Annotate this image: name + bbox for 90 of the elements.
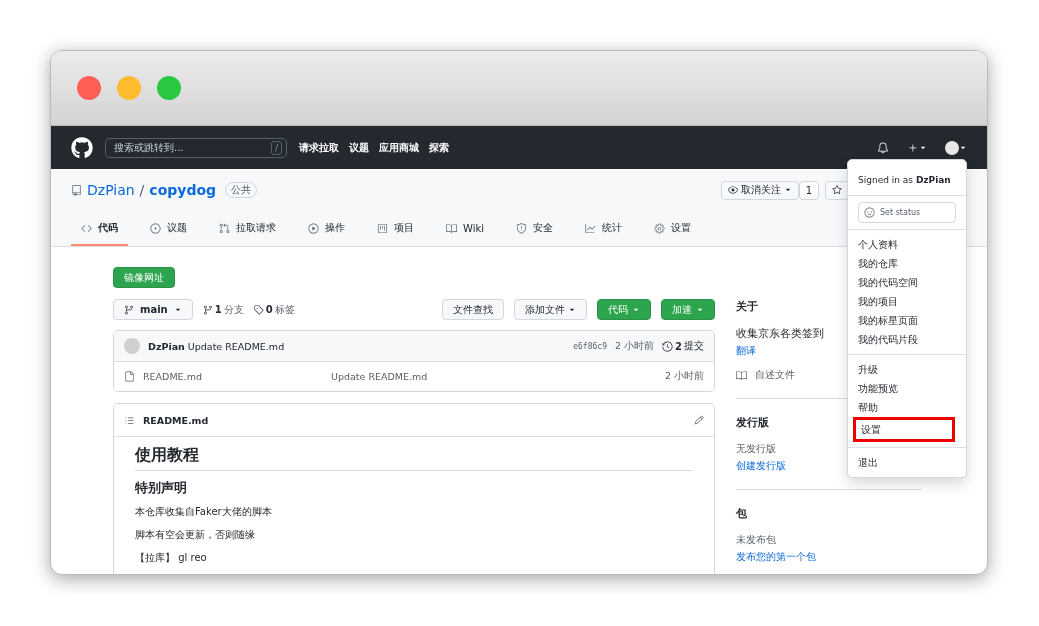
- repo-tab[interactable]: 设置: [644, 214, 701, 246]
- releases-empty: 无发行版: [736, 442, 776, 456]
- branch-button[interactable]: main: [113, 299, 193, 320]
- branch-icon: [202, 304, 213, 315]
- action-button[interactable]: 文件查找: [442, 299, 504, 320]
- watch-button[interactable]: 取消关注: [720, 180, 799, 200]
- menu-item[interactable]: 我的代码空间: [848, 273, 966, 292]
- readme-heading: 使用教程: [135, 445, 693, 471]
- gear-icon: [654, 222, 665, 234]
- menu-item[interactable]: 我的标星页面: [848, 311, 966, 330]
- readme-title: README.md: [143, 414, 209, 426]
- file-commit-message[interactable]: Update README.md: [331, 371, 428, 382]
- releases-title: 发行版: [736, 415, 769, 430]
- readme-paragraph: 本仓库收集自Faker大佬的脚本: [135, 505, 272, 519]
- translate-link[interactable]: 翻译: [736, 344, 756, 358]
- history-icon: [662, 340, 674, 352]
- branches-link[interactable]: 1 分支: [202, 302, 244, 317]
- project-icon: [377, 222, 388, 234]
- path-separator: /: [139, 182, 145, 198]
- book-icon: [736, 369, 747, 381]
- repo-tab[interactable]: Wiki: [436, 214, 494, 246]
- commit-author[interactable]: DzPian: [148, 340, 185, 352]
- nav-link[interactable]: 请求拉取: [299, 140, 339, 155]
- owner-link[interactable]: DzPian: [87, 182, 135, 198]
- tag-icon: [253, 304, 264, 315]
- packages-empty: 未发布包: [736, 533, 776, 547]
- menu-item[interactable]: 我的项目: [848, 292, 966, 311]
- nav-link[interactable]: 议题: [349, 140, 369, 155]
- repo-tab[interactable]: 拉取请求: [209, 214, 286, 246]
- readme-paragraph: 脚本有空会更新，否则随缘: [135, 528, 255, 542]
- menu-item[interactable]: 我的仓库: [848, 254, 966, 273]
- commit-sha[interactable]: e6f86c9: [573, 341, 607, 351]
- commit-message[interactable]: Update README.md: [187, 340, 285, 352]
- search-placeholder: 搜索或跳转到...: [114, 140, 184, 155]
- tags-link[interactable]: 0 标签: [253, 302, 295, 317]
- logo-icon[interactable]: [71, 136, 93, 159]
- watch-count[interactable]: 1: [798, 180, 819, 200]
- repo-tab[interactable]: 安全: [506, 214, 563, 246]
- readme-paragraph: 【拉库】 gl reo: [135, 551, 207, 565]
- menu-item[interactable]: 帮助: [848, 398, 966, 417]
- menu-item[interactable]: 我的代码片段: [848, 330, 966, 349]
- menu-item[interactable]: 退出: [848, 453, 966, 472]
- search-field[interactable]: 搜索或跳转到... /: [105, 137, 287, 158]
- author-avatar: [124, 338, 140, 354]
- nav-link[interactable]: 探索: [429, 140, 449, 155]
- packages-title: 包: [736, 506, 747, 521]
- repo-link[interactable]: copydog: [149, 182, 217, 198]
- list-icon[interactable]: [124, 414, 135, 426]
- signed-in-text: Signed in as DzPian: [858, 175, 951, 185]
- branch-icon: [124, 304, 134, 315]
- smiley-icon: [864, 207, 875, 218]
- repo-description: 收集京东各类签到: [736, 326, 824, 341]
- nav-link[interactable]: 应用商城: [379, 140, 419, 155]
- graph-icon: [585, 222, 596, 234]
- repo-icon: [71, 184, 82, 196]
- repo-tab[interactable]: 操作: [298, 214, 355, 246]
- shortcut-key: /: [270, 140, 282, 155]
- repo-tab[interactable]: 项目: [367, 214, 424, 246]
- shield-icon: [516, 222, 527, 234]
- edit-icon[interactable]: [694, 415, 704, 425]
- about-title: 关于: [736, 299, 758, 314]
- eye-icon: [727, 185, 738, 195]
- star-icon: [832, 185, 842, 195]
- repo-tab[interactable]: 议题: [140, 214, 197, 246]
- menu-item[interactable]: 升级: [848, 360, 966, 379]
- menu-item[interactable]: 个人资料: [848, 235, 966, 254]
- status-field[interactable]: Set status: [858, 202, 956, 223]
- star-button[interactable]: [825, 180, 849, 200]
- issue-icon: [150, 222, 161, 234]
- file-time: 2 小时前: [664, 370, 704, 383]
- pull-request-icon: [219, 222, 230, 234]
- readme-link[interactable]: 自述文件: [736, 368, 795, 382]
- file-name[interactable]: README.md: [143, 371, 323, 382]
- bell-icon[interactable]: [877, 141, 889, 154]
- create-release-link[interactable]: 创建发行版: [736, 459, 786, 473]
- file-icon: [124, 371, 135, 382]
- commits-link[interactable]: 2 提交: [662, 339, 704, 353]
- commit-time: 2 小时前: [614, 339, 655, 353]
- readme-subheading: 特别声明: [135, 479, 188, 497]
- play-icon: [308, 222, 319, 234]
- repo-tab[interactable]: 代码: [71, 214, 128, 246]
- book-icon: [446, 222, 457, 234]
- code-icon: [81, 222, 92, 234]
- user-avatar[interactable]: [945, 140, 959, 155]
- action-button[interactable]: 添加文件: [514, 299, 587, 320]
- caret-icon: [783, 186, 792, 194]
- menu-item[interactable]: 功能预览: [848, 379, 966, 398]
- publish-package-link[interactable]: 发布您的第一个包: [736, 550, 816, 564]
- menu-item[interactable]: 设置: [853, 417, 955, 442]
- repo-tab[interactable]: 统计: [575, 214, 632, 246]
